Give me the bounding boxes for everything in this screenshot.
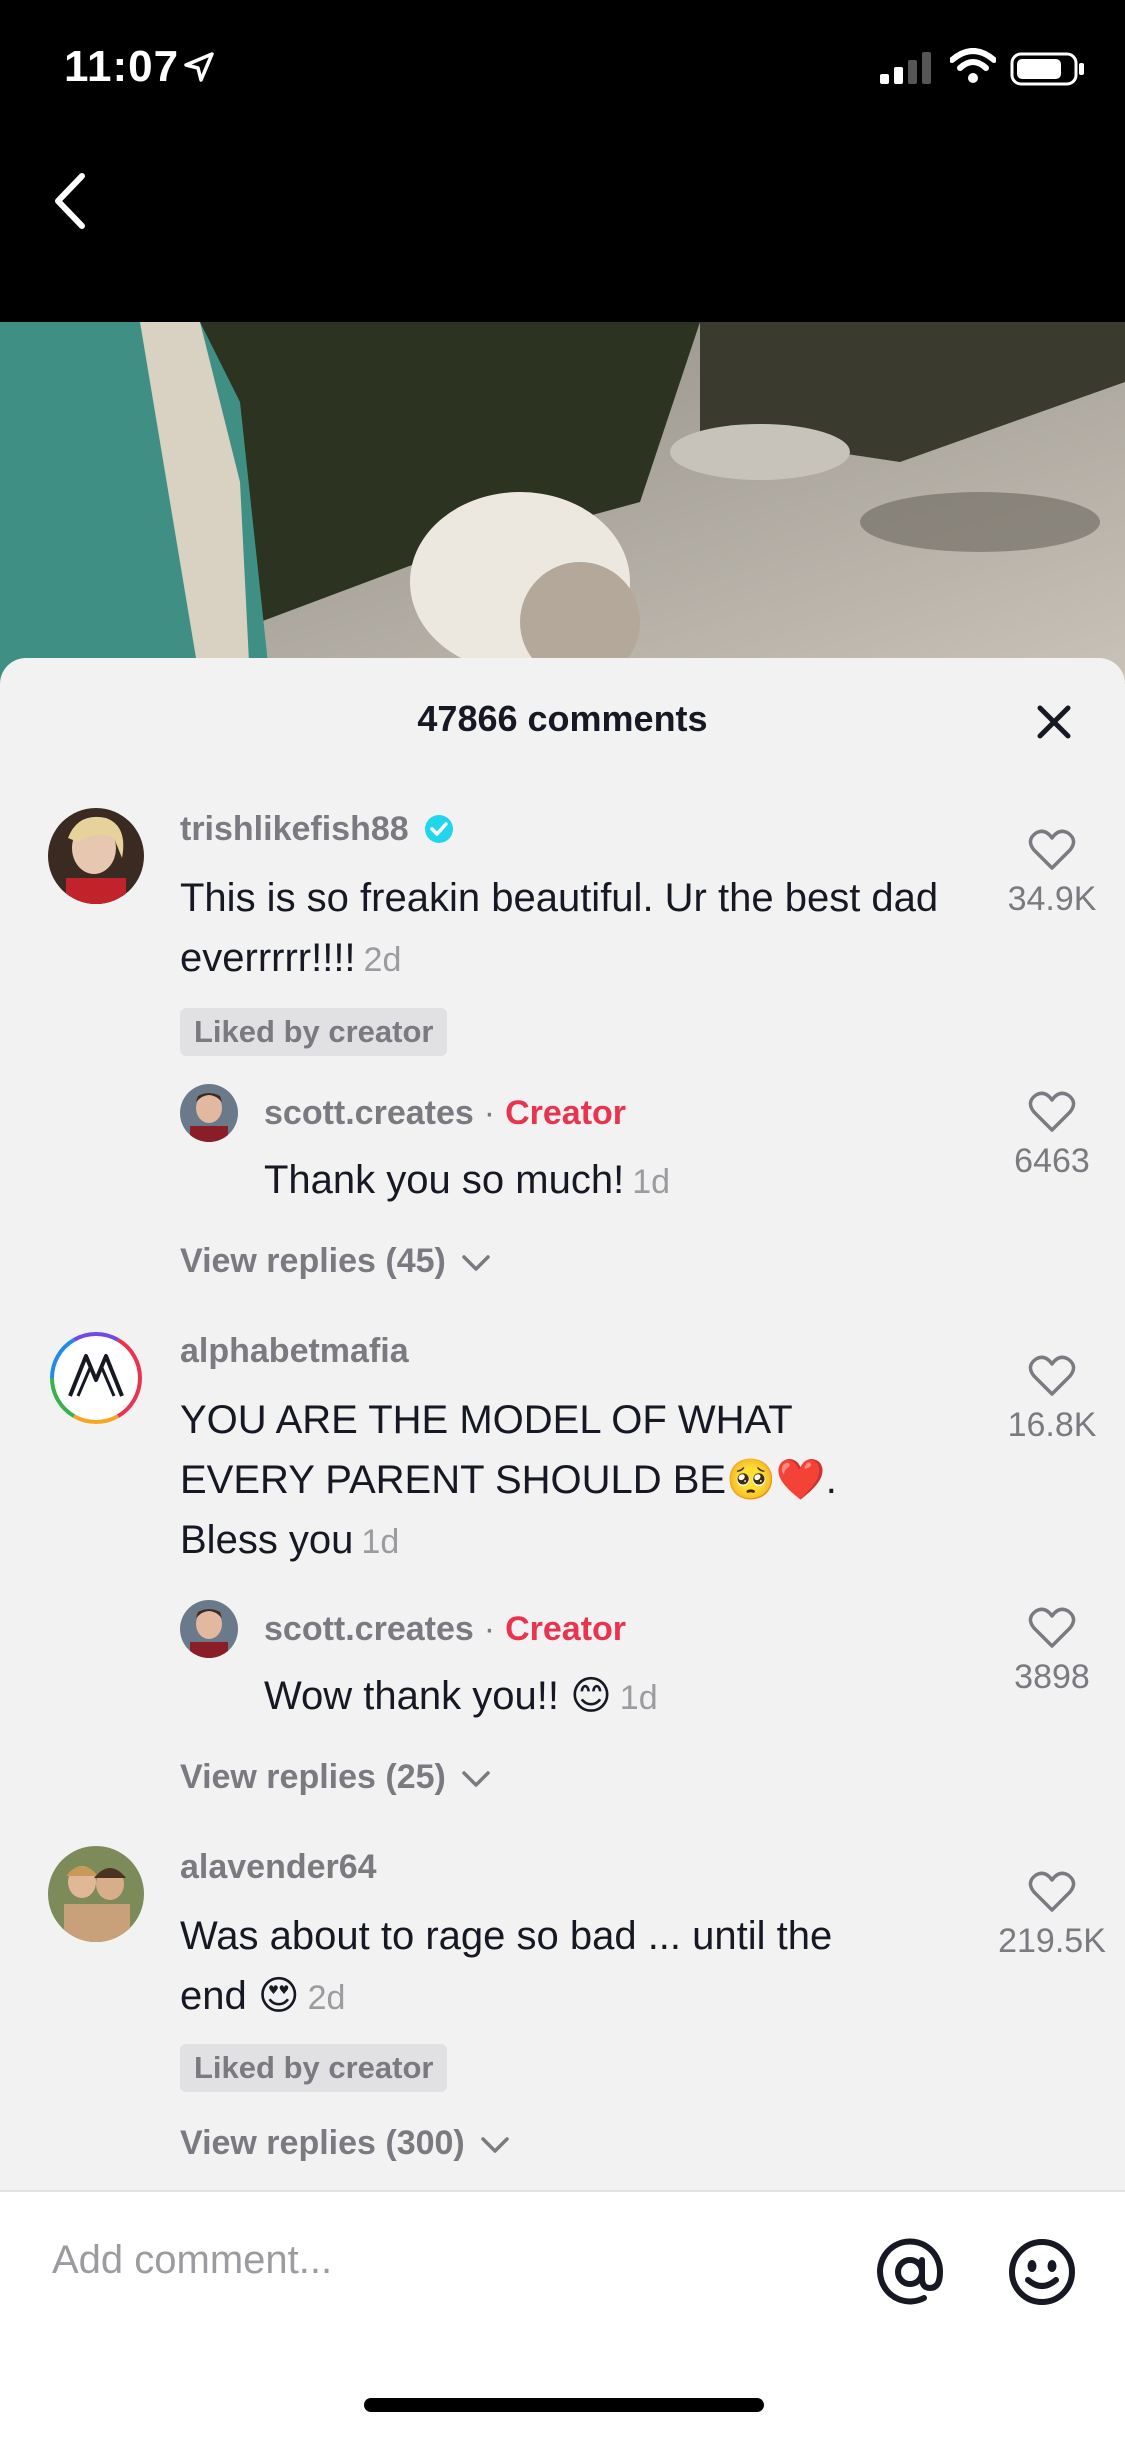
like-button[interactable]: 34.9K xyxy=(982,828,1122,919)
like-count: 16.8K xyxy=(1007,1406,1097,1444)
liked-by-creator-badge: Liked by creator xyxy=(180,2044,448,2092)
chevron-down-icon xyxy=(462,1255,491,1271)
comment-username[interactable]: alphabetmafia xyxy=(180,1332,409,1371)
comment-body-line: Was about to rage so bad ... until the xyxy=(180,1914,833,1958)
video-frame-image xyxy=(0,322,1125,682)
avatar[interactable] xyxy=(48,1330,144,1426)
heart-icon xyxy=(1028,1355,1076,1396)
reply-like-button[interactable]: 6463 xyxy=(982,1090,1122,1181)
liked-by-creator-badge: Liked by creator xyxy=(180,1008,448,1056)
video-preview[interactable] xyxy=(0,322,1125,682)
back-button[interactable] xyxy=(44,166,100,236)
separator-dot: · xyxy=(483,1610,496,1648)
cellular-signal-icon xyxy=(880,52,931,84)
like-count: 3898 xyxy=(1014,1658,1090,1696)
reply-age: 1d xyxy=(619,1679,658,1717)
comment-body-line: Bless you xyxy=(180,1518,354,1562)
reply-like-button[interactable]: 3898 xyxy=(982,1606,1122,1697)
like-count: 34.9K xyxy=(1007,880,1097,918)
view-replies-button[interactable]: View replies (300) xyxy=(180,2124,510,2163)
avatar[interactable] xyxy=(48,1846,144,1942)
reply-age: 1d xyxy=(632,1163,671,1201)
comment-body-line: EVERY PARENT SHOULD BE🥺❤️. xyxy=(180,1458,837,1502)
like-count: 6463 xyxy=(1014,1142,1090,1180)
wifi-icon xyxy=(950,48,996,83)
reply-username[interactable]: scott.creates · Creator xyxy=(264,1610,626,1649)
view-replies-button[interactable]: View replies (25) xyxy=(180,1758,491,1797)
status-bar: 11:07 xyxy=(0,0,1125,140)
creator-label: Creator xyxy=(505,1094,627,1132)
comment-age: 2d xyxy=(307,1979,346,2017)
like-button[interactable]: 219.5K xyxy=(982,1870,1122,1961)
reply-body: Thank you so much! xyxy=(264,1158,625,1202)
comment-username[interactable]: trishlikefish88 xyxy=(180,810,454,849)
chevron-down-icon xyxy=(481,2137,509,2153)
reply-text: Thank you so much! 1d xyxy=(264,1150,944,1212)
heart-icon xyxy=(1028,829,1076,870)
comment-age: 2d xyxy=(363,941,402,979)
comment-age: 1d xyxy=(361,1523,400,1561)
comment-text: YOU ARE THE MODEL OF WHAT EVERY PARENT S… xyxy=(180,1390,980,1572)
comment-body-line: YOU ARE THE MODEL OF WHAT xyxy=(180,1398,793,1442)
like-button[interactable]: 16.8K xyxy=(982,1354,1122,1445)
close-button[interactable] xyxy=(1032,700,1076,744)
comments-count-title: 47866 comments xyxy=(417,698,708,739)
reply-username[interactable]: scott.creates · Creator xyxy=(264,1094,626,1133)
avatar[interactable] xyxy=(48,808,144,904)
comments-sheet: 47866 comments trishlikefish88 This is s… xyxy=(0,658,1125,2436)
view-replies-button[interactable]: View replies (45) xyxy=(180,1242,491,1281)
status-time: 11:07 xyxy=(64,42,180,91)
battery-icon xyxy=(1010,52,1084,86)
heart-icon xyxy=(1028,1871,1076,1912)
comment-text: Was about to rage so bad ... until the e… xyxy=(180,1906,980,2028)
comment-body-line: end 😍 xyxy=(180,1974,300,2018)
comment-body: This is so freakin beautiful. Ur the bes… xyxy=(180,876,939,980)
chevron-down-icon xyxy=(462,1771,491,1787)
creator-label: Creator xyxy=(505,1610,627,1648)
heart-icon xyxy=(1028,1091,1076,1132)
reply-body: Wow thank you!! 😊 xyxy=(264,1674,612,1718)
heart-icon xyxy=(1028,1607,1076,1648)
reply-avatar[interactable] xyxy=(180,1084,238,1142)
home-indicator[interactable] xyxy=(364,2398,764,2412)
location-arrow-icon xyxy=(184,52,214,82)
add-comment-input[interactable]: Add comment... xyxy=(52,2238,332,2283)
verified-badge-icon xyxy=(425,815,454,843)
comment-text: This is so freakin beautiful. Ur the bes… xyxy=(180,868,940,990)
like-count: 219.5K xyxy=(998,1922,1106,1960)
reply-text: Wow thank you!! 😊 1d xyxy=(264,1666,944,1728)
emoji-icon[interactable] xyxy=(1006,2236,1078,2308)
comment-username[interactable]: alavender64 xyxy=(180,1848,377,1887)
reply-avatar[interactable] xyxy=(180,1600,238,1658)
mention-at-icon[interactable] xyxy=(874,2236,946,2308)
separator-dot: · xyxy=(483,1094,496,1132)
